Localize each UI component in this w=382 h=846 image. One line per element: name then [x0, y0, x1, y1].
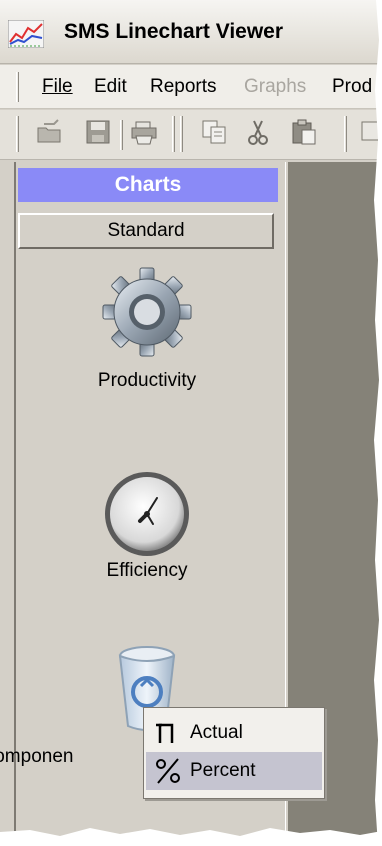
menu-file[interactable]: File — [42, 76, 73, 98]
chart-item-efficiency[interactable]: Efficiency — [22, 464, 272, 614]
linechart-app-icon — [8, 20, 44, 48]
toolbar-grip-2[interactable] — [172, 116, 175, 152]
menu-edit-label: Edit — [94, 76, 127, 97]
menu-file-label: File — [42, 76, 73, 97]
gear-icon — [102, 267, 192, 357]
torn-bottom-decoration — [0, 828, 382, 846]
menu-products-label: Prod — [332, 76, 373, 97]
save-icon[interactable] — [84, 118, 112, 146]
print-icon[interactable] — [130, 118, 158, 146]
menu-products[interactable]: Prod — [332, 76, 372, 98]
chart-type-popup-menu: Actual Percent — [143, 707, 325, 799]
standard-group-button[interactable]: Standard — [18, 213, 274, 249]
popup-label-actual: Actual — [190, 722, 243, 743]
actual-icon — [156, 723, 174, 743]
chart-item-productivity[interactable]: Productivity — [22, 262, 272, 412]
chart-item-label: Efficiency — [106, 560, 188, 581]
toolbar-grip[interactable] — [16, 116, 19, 152]
paste-icon[interactable] — [290, 118, 318, 146]
charts-header[interactable]: Charts — [18, 168, 278, 202]
app-window: SMS Linechart Viewer File Edit Reports G… — [0, 0, 382, 846]
menu-bar-grip[interactable] — [16, 72, 19, 102]
clock-icon — [105, 472, 189, 556]
percent-icon — [156, 758, 180, 784]
menu-reports[interactable]: Reports — [150, 76, 217, 98]
menu-graphs[interactable]: Graphs — [244, 76, 306, 98]
chart-item-label: Productivity — [97, 370, 197, 391]
cut-icon[interactable] — [244, 118, 272, 146]
torn-edge-decoration — [374, 0, 382, 846]
chart-item-label: Componen — [0, 746, 74, 767]
window-title: SMS Linechart Viewer — [64, 20, 284, 43]
toolbar-grip-3 — [180, 116, 183, 152]
popup-item-actual[interactable]: Actual — [146, 714, 322, 752]
toolbar-separator — [120, 120, 123, 150]
popup-item-percent[interactable]: Percent — [146, 752, 322, 790]
menu-edit[interactable]: Edit — [94, 76, 127, 98]
menu-reports-label: Reports — [150, 76, 217, 97]
open-folder-icon[interactable] — [36, 118, 64, 146]
popup-label-percent: Percent — [190, 760, 256, 781]
toolbar-separator-2 — [344, 116, 347, 152]
copy-icon[interactable] — [200, 118, 228, 146]
menu-graphs-label: Graphs — [244, 76, 307, 97]
